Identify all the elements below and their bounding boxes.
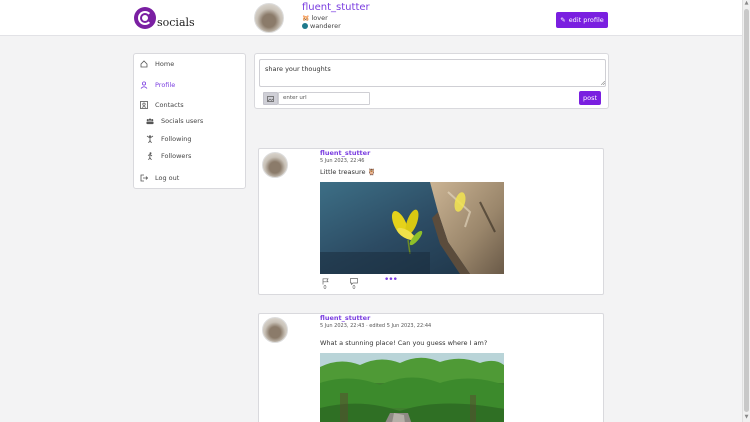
profile-tag-label: lover: [311, 14, 328, 22]
sidebar-item-label: Followers: [161, 152, 192, 160]
url-input[interactable]: enter url: [278, 92, 370, 105]
post-card: fluent_stutter 5 Jun 2023, 22:46 Little …: [258, 148, 604, 295]
sidebar-item-label: Home: [155, 60, 175, 68]
profile-username: fluent_stutter: [302, 2, 370, 13]
profile-tag: wanderer: [302, 22, 341, 30]
post-image[interactable]: [320, 353, 504, 422]
post-date: 5 Jun 2023, 22:43 · edited 5 Jun 2023, 2…: [320, 323, 432, 329]
globe-icon: [302, 23, 308, 29]
person-walking-icon: [146, 152, 154, 160]
post-date: 5 Jun 2023, 22:46: [320, 158, 365, 164]
sidebar-item-home[interactable]: Home: [140, 60, 174, 68]
post-author[interactable]: fluent_stutter: [320, 314, 370, 322]
post-text: Little treasure 🦉: [320, 168, 376, 176]
post-avatar[interactable]: [262, 152, 288, 178]
edit-profile-button[interactable]: ✎ edit profile: [556, 12, 608, 28]
pencil-icon: ✎: [560, 16, 566, 24]
more-options-icon[interactable]: •••: [384, 275, 398, 285]
post-composer: share your thoughts enter url post: [254, 53, 609, 109]
sidebar-item-socials-users[interactable]: Socials users: [146, 117, 203, 125]
sidebar-item-label: Profile: [155, 81, 176, 89]
profile-tag-label: wanderer: [310, 22, 341, 30]
flag-count: 0: [323, 285, 327, 291]
comment-button[interactable]: 0: [349, 278, 359, 291]
flag-icon: [322, 278, 329, 285]
hamster-icon: 🐹: [302, 14, 310, 22]
sidebar-item-following[interactable]: Following: [146, 135, 191, 143]
person-arms-up-icon: [146, 135, 154, 143]
post-button[interactable]: post: [579, 91, 601, 105]
post-image[interactable]: [320, 182, 504, 274]
post-text: What a stunning place! Can you guess whe…: [320, 339, 488, 347]
comment-icon: [350, 278, 358, 285]
scroll-down-icon[interactable]: ▼: [743, 414, 750, 421]
users-group-icon: [146, 117, 154, 125]
sidebar-item-contacts[interactable]: Contacts: [140, 101, 184, 109]
logo-text: socials: [157, 15, 195, 29]
post-author[interactable]: fluent_stutter: [320, 149, 370, 157]
profile-avatar: [254, 3, 284, 33]
sidebar-item-label: Socials users: [161, 117, 204, 125]
spiral-logo-icon: [134, 7, 156, 29]
comment-count: 0: [352, 285, 356, 291]
edit-profile-label: edit profile: [568, 16, 604, 24]
scroll-up-icon[interactable]: ▲: [743, 0, 750, 7]
thoughts-input[interactable]: share your thoughts: [259, 59, 606, 87]
sidebar-item-label: Following: [161, 135, 192, 143]
sidebar-item-followers[interactable]: Followers: [146, 152, 191, 160]
flag-button[interactable]: 0: [320, 278, 330, 291]
sidebar: Home Profile Contacts Socials users Foll…: [133, 53, 246, 189]
logout-icon: [140, 174, 148, 182]
page-scrollbar[interactable]: ▲ ▼: [742, 0, 750, 422]
post-avatar[interactable]: [262, 317, 288, 343]
image-icon[interactable]: [263, 92, 278, 105]
sidebar-item-label: Log out: [155, 174, 180, 182]
scroll-thumb[interactable]: [744, 9, 749, 412]
logo[interactable]: socials: [134, 4, 195, 32]
top-bar: socials fluent_stutter 🐹 lover wanderer …: [0, 0, 742, 36]
sidebar-item-label: Contacts: [155, 101, 184, 109]
profile-tag: 🐹 lover: [302, 14, 328, 22]
sidebar-item-logout[interactable]: Log out: [140, 174, 179, 182]
sidebar-item-profile[interactable]: Profile: [140, 81, 175, 89]
user-icon: [140, 81, 148, 89]
home-icon: [140, 60, 148, 68]
resize-handle-icon[interactable]: [601, 81, 605, 85]
contacts-icon: [140, 101, 148, 109]
post-card: fluent_stutter 5 Jun 2023, 22:43 · edite…: [258, 313, 604, 422]
